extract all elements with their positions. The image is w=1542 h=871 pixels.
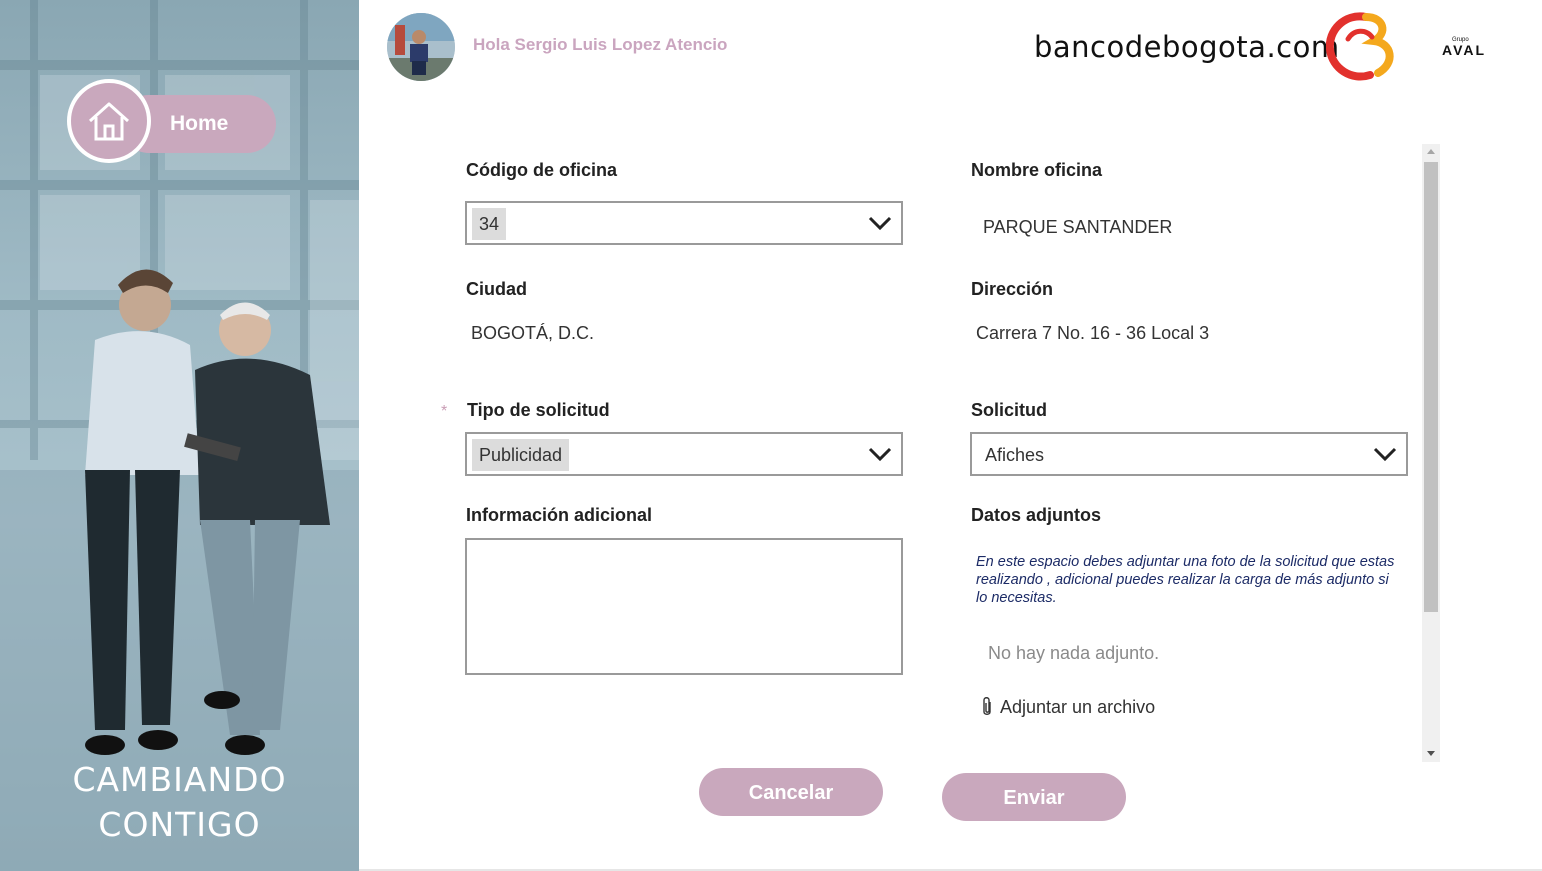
ciudad-label: Ciudad <box>466 279 527 299</box>
user-avatar[interactable] <box>387 13 455 81</box>
bank-logo <box>1326 12 1394 81</box>
chevron-down-icon <box>1373 447 1397 462</box>
informacion-adicional-label: Información adicional <box>466 505 653 525</box>
tipo-solicitud-select[interactable]: Publicidad <box>465 432 903 476</box>
nombre-oficina-label: Nombre oficina <box>971 160 1103 180</box>
ciudad-value: BOGOTÁ, D.C. <box>471 323 595 343</box>
datos-adjuntos-help: En este espacio debes adjuntar una foto … <box>976 554 1395 606</box>
codigo-oficina-value: 34 <box>472 208 507 240</box>
codigo-oficina-select[interactable]: 34 <box>465 201 903 245</box>
chevron-down-icon <box>868 447 892 462</box>
bank-site-name: bancodebogota.com <box>1034 30 1340 64</box>
tagline-line-2: CONTIGO <box>98 805 261 844</box>
home-button[interactable] <box>67 79 151 163</box>
aval-logo: AVAL <box>1442 42 1487 58</box>
datos-adjuntos-label: Datos adjuntos <box>971 505 1102 525</box>
informacion-adicional-textarea[interactable] <box>465 538 903 675</box>
tipo-solicitud-label: Tipo de solicitud <box>467 400 610 420</box>
solicitud-select[interactable]: Afiches <box>970 432 1408 476</box>
direccion-label: Dirección <box>971 279 1054 299</box>
tagline-line-1: CAMBIANDO <box>72 760 287 799</box>
chevron-down-icon <box>868 216 892 231</box>
send-button[interactable]: Enviar <box>942 773 1126 821</box>
home-label[interactable]: Home <box>170 112 228 136</box>
direccion-value: Carrera 7 No. 16 - 36 Local 3 <box>976 323 1210 343</box>
form-scrollbar[interactable] <box>1422 144 1440 762</box>
solicitud-value: Afiches <box>985 445 1045 465</box>
solicitud-label: Solicitud <box>971 400 1047 420</box>
codigo-oficina-label: Código de oficina <box>466 160 617 180</box>
scrollbar-thumb[interactable] <box>1424 162 1438 612</box>
paperclip-icon <box>983 697 991 715</box>
attach-file-label: Adjuntar un archivo <box>1000 696 1156 717</box>
no-attachments-text: No hay nada adjunto. <box>988 643 1160 663</box>
cancel-button[interactable]: Cancelar <box>699 768 883 816</box>
tipo-solicitud-value: Publicidad <box>472 439 570 471</box>
nombre-oficina-value: PARQUE SANTANDER <box>983 217 1173 237</box>
avatar-photo <box>387 13 455 81</box>
scroll-up-arrow[interactable] <box>1427 149 1435 154</box>
user-greeting: Hola Sergio Luis Lopez Atencio <box>473 35 728 54</box>
scroll-down-arrow[interactable] <box>1427 751 1435 756</box>
attach-file-link[interactable]: Adjuntar un archivo <box>980 696 1155 718</box>
home-icon <box>88 102 130 141</box>
required-marker: * <box>441 403 448 420</box>
hero-panel: Home CAMBIANDO CONTIGO <box>0 0 359 871</box>
